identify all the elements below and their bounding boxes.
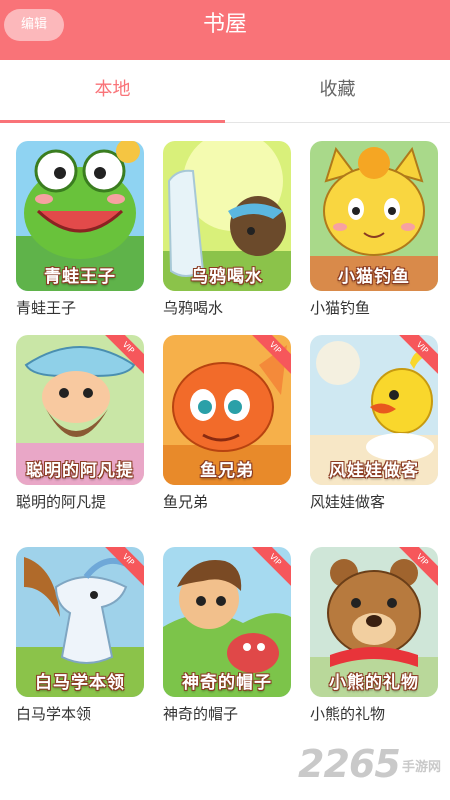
app-header: 编辑 书屋	[0, 0, 450, 60]
book-cover[interactable]: 青蛙王子	[16, 141, 144, 291]
book-name[interactable]: 风娃娃做客	[310, 491, 438, 513]
cover-title: 小猫钓鱼	[338, 267, 410, 287]
book-item[interactable]: VIP 白马学本领 白马学本领	[16, 547, 144, 725]
tab-local[interactable]: 本地	[0, 60, 225, 120]
cover-title: 鱼兄弟	[200, 461, 254, 481]
book-name[interactable]: 小熊的礼物	[310, 703, 438, 725]
cover-title: 小熊的礼物	[329, 673, 419, 693]
book-name[interactable]: 白马学本领	[16, 703, 144, 725]
book-item[interactable]: 青蛙王子 青蛙王子	[16, 141, 144, 319]
book-item[interactable]: VIP 鱼兄弟 鱼兄弟	[163, 335, 291, 513]
book-cover[interactable]: 乌鸦喝水	[163, 141, 291, 291]
book-item[interactable]: 小猫钓鱼 小猫钓鱼	[310, 141, 438, 319]
book-cover[interactable]: VIP 神奇的帽子	[163, 547, 291, 697]
watermark-logo: 2265 手游网	[298, 742, 441, 786]
book-cover[interactable]: 小猫钓鱼	[310, 141, 438, 291]
book-item[interactable]: 乌鸦喝水 乌鸦喝水	[163, 141, 291, 319]
book-item[interactable]: VIP 聪明的阿凡提 聪明的阿凡提	[16, 335, 144, 513]
book-name[interactable]: 鱼兄弟	[163, 491, 291, 513]
cover-title: 白马学本领	[35, 673, 125, 693]
book-item[interactable]: VIP 风娃娃做客 风娃娃做客	[310, 335, 438, 513]
watermark-number: 2265	[298, 742, 401, 786]
book-item[interactable]: VIP 小熊的礼物 小熊的礼物	[310, 547, 438, 725]
active-tab-indicator	[0, 120, 225, 123]
tab-bar: 本地 收藏	[0, 60, 450, 123]
tab-favorites[interactable]: 收藏	[225, 60, 450, 120]
book-name[interactable]: 小猫钓鱼	[310, 297, 438, 319]
cover-title: 聪明的阿凡提	[26, 461, 134, 481]
book-name[interactable]: 青蛙王子	[16, 297, 144, 319]
book-name[interactable]: 神奇的帽子	[163, 703, 291, 725]
book-cover[interactable]: VIP 白马学本领	[16, 547, 144, 697]
book-cover[interactable]: VIP 小熊的礼物	[310, 547, 438, 697]
book-cover[interactable]: VIP 鱼兄弟	[163, 335, 291, 485]
cover-title: 风娃娃做客	[329, 461, 419, 481]
watermark-text: 手游网	[402, 760, 442, 775]
cover-title: 神奇的帽子	[182, 673, 272, 693]
cover-title: 乌鸦喝水	[191, 267, 263, 287]
book-cover[interactable]: VIP 聪明的阿凡提	[16, 335, 144, 485]
book-name[interactable]: 乌鸦喝水	[163, 297, 291, 319]
cover-title: 青蛙王子	[44, 267, 116, 287]
book-item[interactable]: VIP 神奇的帽子 神奇的帽子	[163, 547, 291, 725]
book-cover[interactable]: VIP 风娃娃做客	[310, 335, 438, 485]
page-title: 书屋	[202, 12, 247, 37]
book-name[interactable]: 聪明的阿凡提	[16, 491, 144, 513]
